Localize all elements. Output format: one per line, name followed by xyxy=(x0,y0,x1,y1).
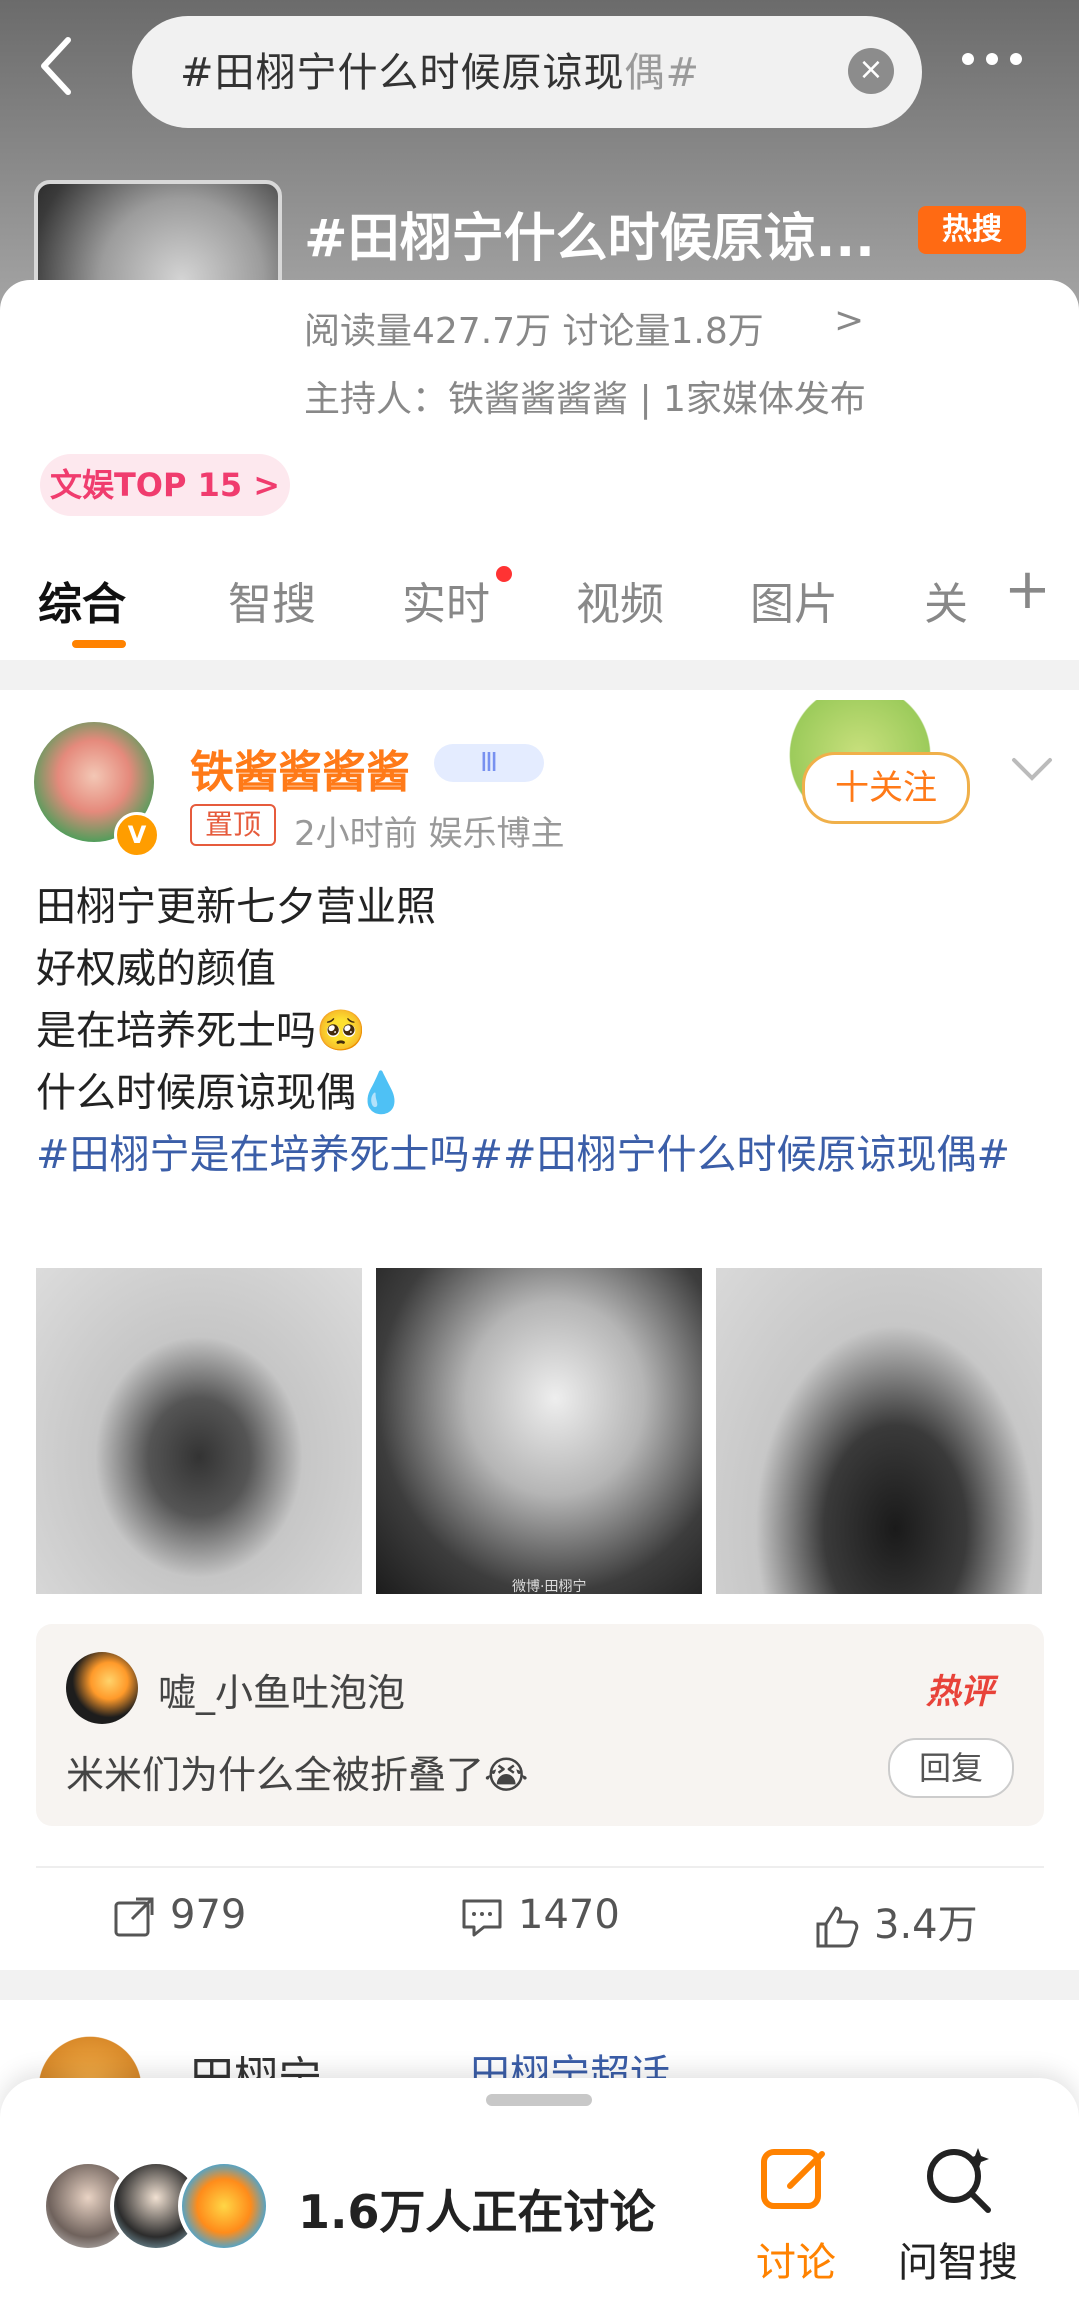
smart-search-icon[interactable] xyxy=(918,2140,998,2220)
tab-images[interactable]: 图片 xyxy=(750,568,838,632)
participant-avatar xyxy=(178,2160,270,2252)
like-button[interactable]: 3.4万 xyxy=(814,1892,978,1950)
search-query-text: #田栩宁什么时候原谅现偶# xyxy=(180,50,701,96)
topic-host[interactable]: 主持人：铁酱酱酱酱 | 1家媒体发布 xyxy=(304,370,866,422)
post-menu-chevron-icon[interactable] xyxy=(1010,748,1054,794)
hot-search-badge: 热搜 xyxy=(918,206,1026,254)
photo-watermark: 微博·田栩宁 xyxy=(512,1579,587,1595)
repost-icon xyxy=(114,1897,154,1937)
post-line: 好权威的颜值 xyxy=(36,946,276,992)
like-count: 3.4万 xyxy=(874,1902,978,1948)
follow-button[interactable]: 十关注 xyxy=(802,752,970,824)
post-line: 田栩宁更新七夕营业照 xyxy=(36,884,436,930)
pinned-badge: 置顶 xyxy=(190,804,276,846)
commenter-name[interactable]: 嘘_小鱼吐泡泡 xyxy=(158,1662,405,1717)
hot-comment-text: 米米们为什么全被折叠了😭 xyxy=(66,1753,529,1797)
post-line: 是在培养死士吗🥺 xyxy=(36,1008,366,1054)
post-hashtags[interactable]: #田栩宁是在培养死士吗##田栩宁什么时候原谅现偶# xyxy=(36,1124,1046,1186)
sheet-drag-handle[interactable] xyxy=(486,2094,592,2106)
post-photo-1[interactable] xyxy=(36,1268,362,1594)
more-options-icon[interactable] xyxy=(962,50,1042,90)
thumbs-up-icon xyxy=(816,1906,859,1948)
topic-stats[interactable]: 阅读量427.7万 讨论量1.8万 xyxy=(304,302,764,354)
add-tab-icon[interactable]: + xyxy=(1004,562,1051,618)
verified-badge-icon: V xyxy=(114,812,160,858)
commenter-avatar[interactable] xyxy=(66,1652,138,1724)
discuss-button[interactable]: 讨论 xyxy=(756,2230,836,2288)
clear-search-icon[interactable]: × xyxy=(848,48,894,94)
post-photo-3[interactable] xyxy=(716,1268,1042,1594)
back-arrow-icon[interactable] xyxy=(32,30,102,110)
repost-count: 979 xyxy=(170,1892,247,1938)
ask-smart-search-button[interactable]: 问智搜 xyxy=(898,2230,1018,2288)
rank-badge[interactable]: 文娱TOP 15 > xyxy=(40,454,290,516)
hot-comment-badge: 热评 xyxy=(926,1672,994,1712)
new-content-dot xyxy=(496,566,512,582)
reply-button[interactable]: 回复 xyxy=(888,1738,1014,1798)
tab-related[interactable]: 关 xyxy=(924,568,968,632)
author-name[interactable]: 铁酱酱酱酱 xyxy=(190,736,410,800)
post-meta: 2小时前 娱乐博主 xyxy=(294,814,565,854)
active-tab-indicator xyxy=(72,640,126,648)
post-line: 什么时候原谅现偶💧 xyxy=(36,1070,406,1116)
discussing-count[interactable]: 1.6万人正在讨论 xyxy=(298,2176,656,2242)
stats-chevron-icon[interactable]: > xyxy=(834,300,864,341)
tab-comprehensive[interactable]: 综合 xyxy=(38,568,126,632)
post-photo-2[interactable] xyxy=(376,1268,702,1594)
discuss-icon[interactable] xyxy=(756,2140,836,2220)
topic-title: #田栩宁什么时候原谅... xyxy=(304,209,875,269)
comment-icon xyxy=(462,1899,502,1937)
post-body: 田栩宁更新七夕营业照 好权威的颜值 是在培养死士吗🥺 什么时候原谅现偶💧 #田栩… xyxy=(36,876,1046,1186)
comment-count: 1470 xyxy=(518,1892,620,1938)
divider xyxy=(36,1866,1044,1868)
tab-smart-search[interactable]: 智搜 xyxy=(228,568,316,632)
tab-video[interactable]: 视频 xyxy=(576,568,664,632)
user-level-badge: Ⅲ xyxy=(434,744,544,782)
comment-button[interactable]: 1470 xyxy=(460,1892,620,1939)
repost-button[interactable]: 979 xyxy=(112,1892,246,1939)
tab-realtime[interactable]: 实时 xyxy=(402,568,490,632)
